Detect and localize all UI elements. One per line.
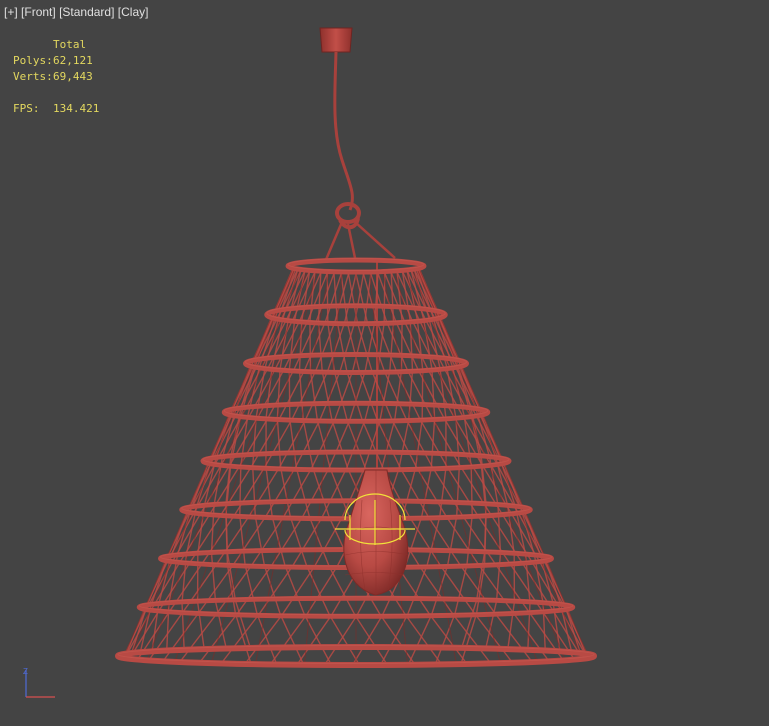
power-cord [333, 51, 354, 211]
lamp-model[interactable]: Z [0, 0, 769, 726]
z-axis-label: Z [23, 667, 28, 676]
front-viewport[interactable]: [+] [Front] [Standard] [Clay] Total Poly… [0, 0, 769, 726]
wicker-shade [115, 257, 597, 668]
light-bulb [343, 469, 409, 596]
axis-triad: Z [23, 667, 55, 698]
hanger-wires [323, 221, 396, 263]
ceiling-canopy [319, 27, 353, 53]
